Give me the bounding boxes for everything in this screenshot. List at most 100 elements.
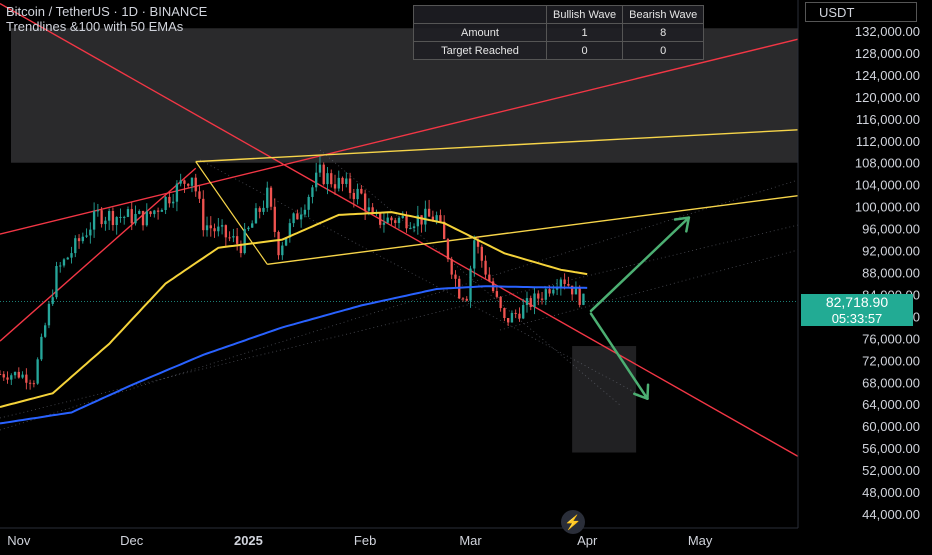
candle-body [495,291,499,297]
chart-header: Bitcoin / TetherUS · 1D · BINANCE Trendl… [6,4,207,34]
candle-body [522,305,525,319]
time-tick-label: May [688,533,713,548]
candle-body [514,312,517,314]
candle-body [322,164,325,185]
candle-body [518,313,521,319]
candle-body [424,208,427,225]
candle-body [138,210,141,214]
candle-body [141,210,145,226]
candle-body [213,228,216,232]
candle-body [465,298,468,301]
bullish-value: 1 [545,23,624,42]
chart-canvas[interactable]: 132,000.00 128,000.00 124,000.00 120,000.00… [0,0,932,550]
candle-body [337,177,340,189]
candle-body [168,196,171,204]
candle-body [379,212,382,225]
candle-body [454,274,457,279]
candle-body [149,211,152,215]
price-tick-label: 124,000.00 [855,68,920,83]
candle-body [198,191,201,199]
candle-body [473,240,476,269]
price-tick-label: 44,000.00 [862,507,920,522]
trendline-yellow-lower [267,194,799,265]
candle-body [582,293,585,305]
price-tick-label: 96,000.00 [862,222,920,237]
candle-body [254,208,258,224]
candle-body [525,298,529,306]
candle-body [175,183,179,202]
candle-body [461,298,465,300]
candle-body [179,180,182,184]
candle-body [258,208,261,212]
candle-body [47,303,51,326]
candle-body [247,227,250,230]
candle-body [40,336,43,360]
price-tick-label: 120,000.00 [855,90,920,105]
table-header-bullish: Bullish Wave [545,5,624,24]
candle-body [81,236,84,242]
candle-body [269,187,273,207]
candle-body [194,177,197,192]
candle-body [6,377,9,380]
candle-body [273,206,276,232]
price-tick-label: 112,000.00 [856,134,920,149]
candle-body [153,210,156,215]
candle-body [386,217,389,223]
price-tick-label: 108,000.00 [855,156,920,171]
candle-body [326,173,329,185]
candle-body [345,178,348,184]
price-tick-label: 72,000.00 [862,353,920,368]
candle-body [281,245,284,256]
price-tick-label: 68,000.00 [862,375,920,390]
chart[interactable]: 132,000.00 128,000.00 124,000.00 120,000.00… [0,0,932,550]
row-label: Target Reached [413,41,547,60]
price-tick-label: 92,000.00 [862,244,920,259]
time-tick-label: Dec [120,533,144,548]
candle-body [544,289,547,300]
candle-body [292,213,295,224]
candle-body [578,286,581,305]
candle-body [202,198,205,231]
candle-body [10,375,13,380]
candle-body [266,187,269,208]
candle-body [96,210,100,212]
flash-icon[interactable]: ⚡ [561,510,585,534]
time-tick-label: Mar [459,533,482,548]
candle-body [2,374,5,378]
candle-body [356,188,359,200]
time-tick-label: Feb [354,533,376,548]
candle-body [506,317,510,323]
price-tick-label: 128,000.00 [855,46,920,61]
candle-body [499,296,502,309]
candle-body [119,216,122,218]
candle-body [92,211,96,230]
candle-body [420,215,423,225]
candle-body [405,216,408,229]
candle-body [13,371,17,376]
trendline-red-lower-ascending [0,167,197,342]
candle-body [394,220,397,223]
row-label: Amount [413,23,547,42]
symbol-title[interactable]: Bitcoin / TetherUS · 1D · BINANCE [6,4,207,19]
candle-body [296,213,299,220]
price-tick-label: 100,000.00 [855,200,920,215]
current-price-label: 82,718.90 [801,294,913,311]
candle-body [160,210,164,212]
candle-body [51,297,54,304]
candle-body [341,177,344,184]
currency-button[interactable]: USDT [805,2,917,22]
guide-line [199,159,641,396]
candle-body [220,225,224,227]
price-tick-label: 64,000.00 [862,397,920,412]
price-tick-label: 132,000.00 [855,24,920,39]
price-tick-label: 104,000.00 [855,178,920,193]
indicator-name[interactable]: Trendlines &100 with 50 EMAs [6,19,207,34]
candle-body [311,187,314,197]
candle-body [563,279,566,284]
candle-body [251,223,254,228]
price-tick-label: 56,000.00 [862,441,920,456]
candle-body [363,193,367,211]
candle-body [134,213,137,224]
candle-body [318,164,322,173]
candle-body [382,222,386,225]
